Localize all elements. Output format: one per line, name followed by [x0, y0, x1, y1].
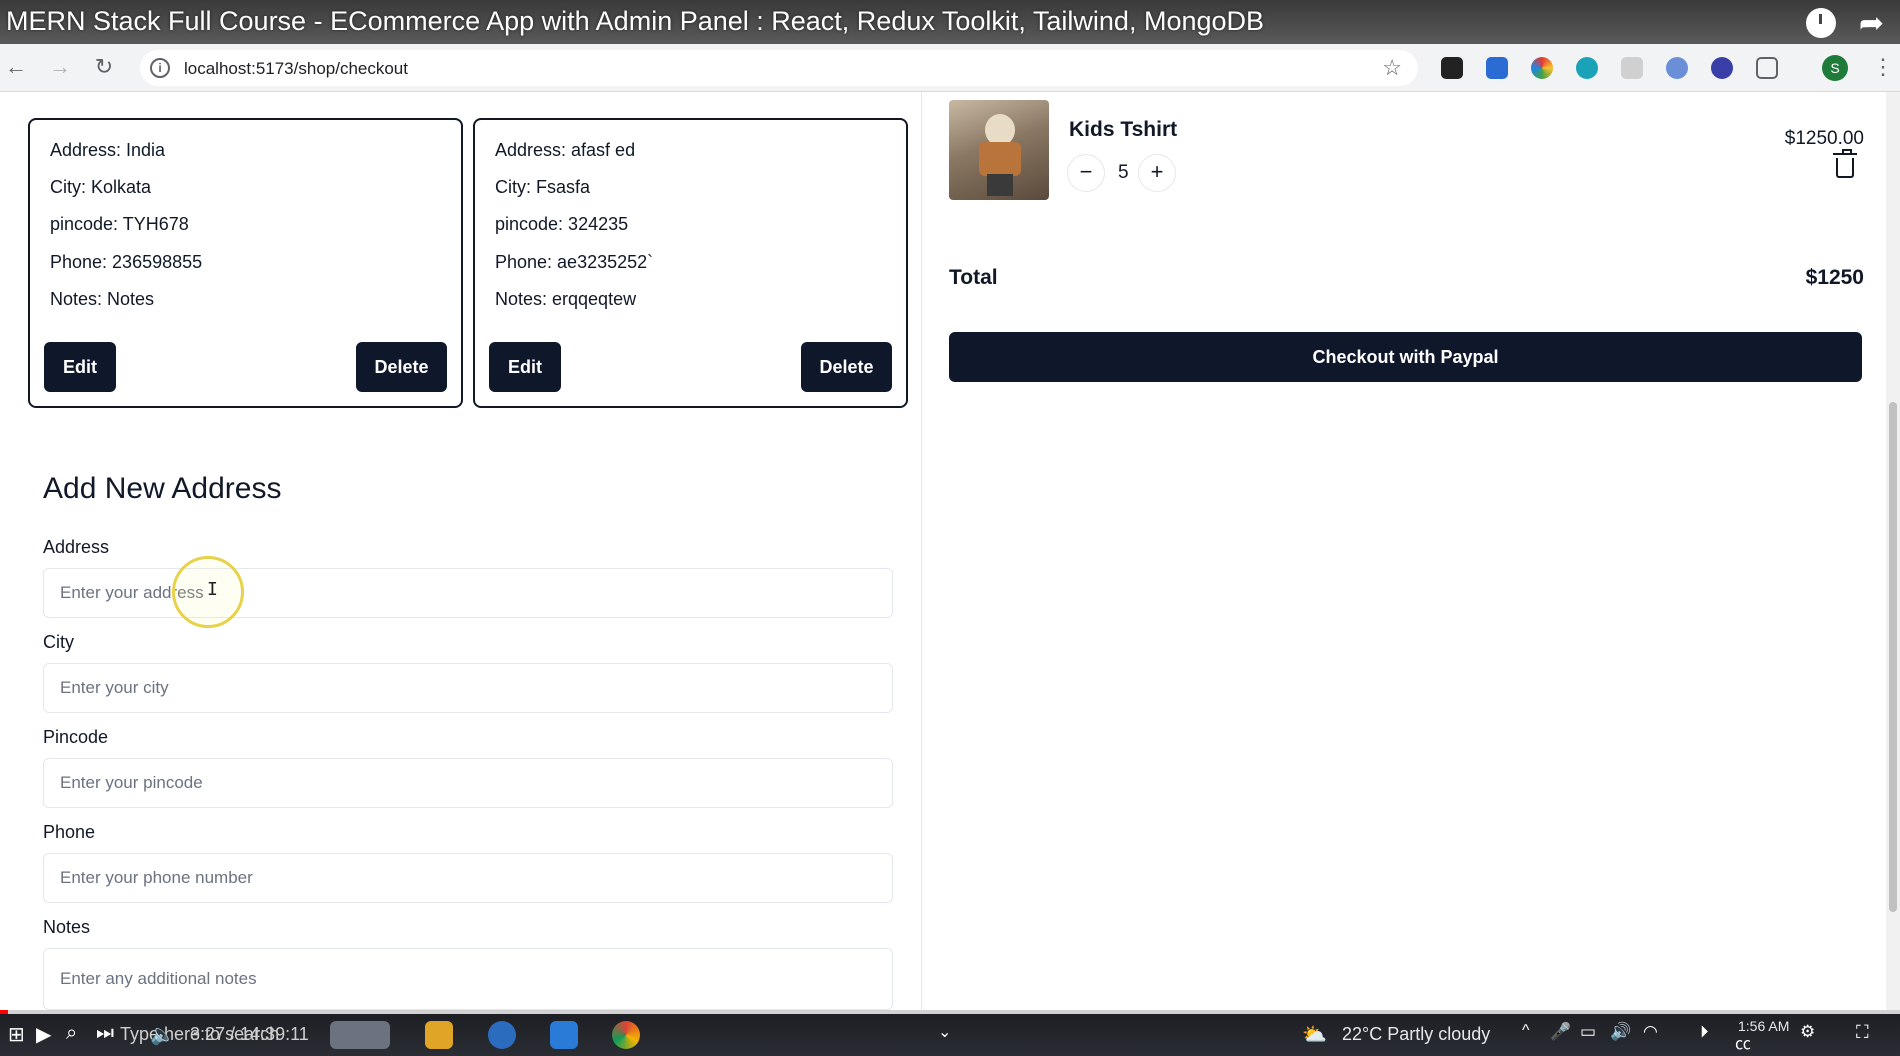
- checkout-page: Address: India City: Kolkata pincode: TY…: [0, 92, 1900, 1010]
- speaker-icon[interactable]: 🔊: [1610, 1022, 1631, 1042]
- settings-gear-icon[interactable]: ⚙: [1800, 1022, 1815, 1042]
- globe-extension-icon[interactable]: [1576, 57, 1598, 79]
- product-photo-shirt: [979, 142, 1021, 176]
- delete-address-button[interactable]: Delete: [356, 342, 447, 392]
- video-title: MERN Stack Full Course - ECommerce App w…: [6, 6, 1265, 36]
- browser-toolbar: ← → ↻ i localhost:5173/shop/checkout ☆ S…: [0, 44, 1900, 92]
- checkout-paypal-button[interactable]: Checkout with Paypal: [949, 332, 1862, 382]
- site-info-icon[interactable]: i: [150, 58, 170, 78]
- microphone-icon[interactable]: 🎤: [1550, 1022, 1571, 1042]
- address-card: Address: afasf ed City: Fsasfa pincode: …: [473, 118, 908, 408]
- chevron-down-icon[interactable]: ⌄: [938, 1022, 951, 1042]
- vscode-icon[interactable]: [550, 1021, 578, 1049]
- windows-start-icon[interactable]: ⊞: [8, 1022, 25, 1047]
- next-icon[interactable]: ⏭: [96, 1022, 114, 1045]
- city-line: City: Kolkata: [50, 177, 152, 197]
- phone-line: Phone: ae3235252`: [495, 252, 654, 272]
- chrome-icon[interactable]: [612, 1021, 640, 1049]
- captions-icon[interactable]: ㏄: [1735, 1030, 1751, 1054]
- increase-quantity-button[interactable]: +: [1138, 154, 1176, 192]
- address-line: Address: India: [50, 140, 166, 160]
- product-image: [949, 100, 1049, 200]
- menu-kebab-icon[interactable]: ⋮: [1872, 54, 1894, 80]
- fullscreen-icon[interactable]: ⛶: [1856, 1022, 1869, 1043]
- notes-line: Notes: Notes: [50, 289, 155, 309]
- quantity-value: 5: [1118, 162, 1129, 183]
- phone-label: Phone: [43, 822, 96, 842]
- delete-address-button[interactable]: Delete: [801, 342, 892, 392]
- product-photo-legs: [987, 174, 1013, 196]
- taskbar-app-icon[interactable]: [330, 1021, 390, 1049]
- file-explorer-icon[interactable]: [425, 1021, 453, 1049]
- color-extension-icon[interactable]: [1531, 57, 1553, 79]
- address-line: Address: afasf ed: [495, 140, 636, 160]
- extension-icon[interactable]: [1486, 57, 1508, 79]
- trash-icon[interactable]: [1833, 149, 1857, 178]
- battery-icon[interactable]: ▭: [1580, 1022, 1596, 1042]
- page-scrollbar[interactable]: [1886, 92, 1900, 1010]
- profile-avatar[interactable]: S: [1822, 55, 1848, 81]
- player-play-icon[interactable]: ⏵: [1700, 1022, 1709, 1042]
- phone-line: Phone: 236598855: [50, 252, 203, 272]
- search-icon[interactable]: ⌕: [66, 1022, 77, 1045]
- address-card: Address: India City: Kolkata pincode: TY…: [28, 118, 463, 408]
- pincode-line: pincode: 324235: [495, 214, 629, 234]
- address-label: Address: [43, 537, 110, 557]
- address-bar[interactable]: i localhost:5173/shop/checkout ☆: [140, 50, 1418, 86]
- weather-icon: ⛅: [1302, 1024, 1327, 1046]
- address-input[interactable]: [43, 568, 893, 618]
- reload-icon[interactable]: ↻: [90, 54, 118, 80]
- decrease-quantity-button[interactable]: −: [1067, 154, 1105, 192]
- dark-extension-icon[interactable]: [1711, 57, 1733, 79]
- city-line: City: Fsasfa: [495, 177, 591, 197]
- notes-line: Notes: erqqeqtew: [495, 289, 637, 309]
- city-label: City: [43, 632, 74, 652]
- total-label: Total: [949, 266, 998, 289]
- bookmark-star-icon[interactable]: ☆: [1382, 55, 1402, 81]
- wifi-icon[interactable]: ◠: [1643, 1022, 1658, 1042]
- city-input[interactable]: [43, 663, 893, 713]
- edit-address-button[interactable]: Edit: [44, 342, 116, 392]
- puzzle-extensions-icon[interactable]: [1756, 57, 1778, 79]
- total-value: $1250: [1805, 266, 1864, 289]
- watch-later-icon[interactable]: [1806, 8, 1836, 38]
- cart-section: Kids Tshirt − 5 + $1250.00 Total $1250 C…: [922, 92, 1900, 1010]
- text-extension-icon[interactable]: [1621, 57, 1643, 79]
- edit-address-button[interactable]: Edit: [489, 342, 561, 392]
- product-name: Kids Tshirt: [1069, 118, 1178, 141]
- phone-input[interactable]: [43, 853, 893, 903]
- tray-chevron-icon[interactable]: ^: [1522, 1022, 1530, 1040]
- scrollbar-thumb[interactable]: [1889, 402, 1897, 912]
- app-icon[interactable]: [488, 1021, 516, 1049]
- search-extension-icon[interactable]: [1666, 57, 1688, 79]
- item-price: $1250.00: [1784, 128, 1864, 149]
- play-icon[interactable]: ▶: [36, 1022, 51, 1047]
- notes-label: Notes: [43, 917, 91, 937]
- share-icon[interactable]: ➦: [1859, 6, 1884, 41]
- eyedropper-extension-icon[interactable]: [1441, 57, 1463, 79]
- volume-icon[interactable]: 🔈: [150, 1022, 175, 1047]
- forward-icon[interactable]: →: [46, 54, 74, 80]
- add-address-title: Add New Address: [43, 472, 282, 505]
- pincode-input[interactable]: [43, 758, 893, 808]
- back-icon[interactable]: ←: [2, 54, 30, 80]
- video-title-bar: MERN Stack Full Course - ECommerce App w…: [0, 0, 1900, 44]
- notes-textarea[interactable]: [43, 948, 893, 1010]
- weather-text: 22°C Partly cloudy: [1342, 1024, 1491, 1044]
- pincode-label: Pincode: [43, 727, 109, 747]
- pincode-line: pincode: TYH678: [50, 214, 189, 234]
- taskbar: ⊞ ▶ ⌕ ⏭ Type here to search 🔈 3:27 / 14:…: [0, 1014, 1900, 1056]
- text-cursor-icon: I: [207, 579, 218, 600]
- video-time: 3:27 / 14:39:11: [190, 1024, 309, 1044]
- address-section: Address: India City: Kolkata pincode: TY…: [0, 92, 922, 1010]
- url-text[interactable]: localhost:5173/shop/checkout: [184, 59, 408, 79]
